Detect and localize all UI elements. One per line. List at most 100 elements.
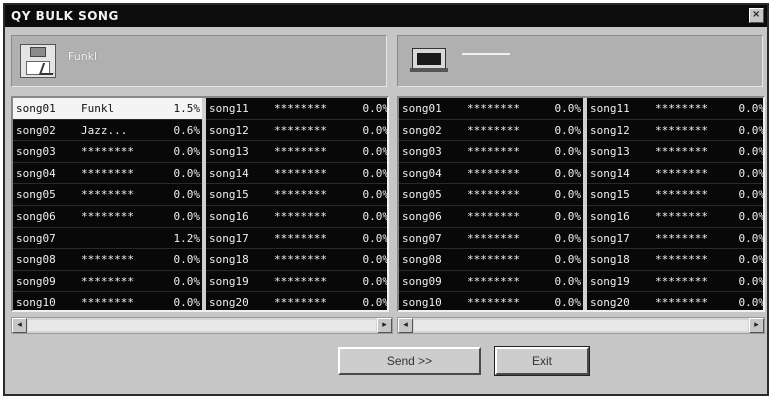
song-slot-label: song18	[590, 253, 630, 267]
song-row[interactable]: song01 ******** 0.0%	[399, 98, 583, 120]
left-horizontal-scrollbar[interactable]: ◂ ▸	[11, 317, 393, 334]
song-name: ********	[274, 231, 327, 245]
song-row[interactable]: song13 ******** 0.0%	[587, 141, 763, 163]
song-row[interactable]: song15 ******** 0.0%	[587, 184, 763, 206]
song-row[interactable]: song14 ******** 0.0%	[206, 163, 387, 185]
song-name: ********	[274, 123, 327, 137]
song-size-percent: 0.0%	[362, 102, 389, 115]
song-size-percent: 0.0%	[554, 102, 582, 115]
song-name: ********	[467, 231, 520, 245]
song-slot-label: song07	[402, 231, 442, 245]
song-row[interactable]: song18 ******** 0.0%	[587, 249, 763, 271]
song-row[interactable]: song11 ******** 0.0%	[587, 98, 765, 120]
song-slot-label: song09	[402, 274, 442, 288]
right-song-list[interactable]: song01 ******** 0.0% song02 ******** 0.0% song…	[397, 96, 765, 312]
song-row[interactable]: song14 ******** 0.0%	[587, 163, 763, 185]
song-size-percent: 0.0%	[738, 102, 765, 115]
song-name: ********	[81, 253, 134, 267]
exit-button[interactable]: Exit	[494, 346, 590, 376]
song-row[interactable]: song01 Funkl 1.5%	[13, 98, 202, 120]
song-size-percent: 0.0%	[738, 274, 765, 288]
song-row[interactable]: song04 ******** 0.0%	[399, 163, 583, 185]
song-slot-label: song15	[209, 188, 249, 202]
right-file-name-placeholder	[462, 53, 510, 55]
scroll-left-button[interactable]: ◂	[12, 318, 27, 333]
floppy-disk-icon[interactable]	[20, 44, 58, 78]
song-size-percent: 0.0%	[173, 166, 201, 180]
song-slot-label: song10	[16, 296, 56, 310]
song-row[interactable]: song17 ******** 0.0%	[206, 228, 387, 250]
song-name: ********	[655, 102, 708, 115]
song-row[interactable]: song02 Jazz... 0.6%	[13, 120, 202, 142]
qy-device-icon[interactable]	[410, 48, 448, 72]
left-panel-header: Funkl	[11, 35, 387, 87]
song-row[interactable]: song13 ******** 0.0%	[206, 141, 387, 163]
scroll-right-button[interactable]: ▸	[749, 318, 764, 333]
left-song-list[interactable]: song01 Funkl 1.5% song02 Jazz... 0.6% song03 **…	[11, 96, 389, 312]
song-slot-label: song08	[16, 253, 56, 267]
scroll-right-button[interactable]: ▸	[377, 318, 392, 333]
close-button[interactable]: ×	[749, 8, 764, 23]
song-row[interactable]: song12 ******** 0.0%	[587, 120, 763, 142]
song-slot-label: song04	[402, 166, 442, 180]
song-slot-label: song05	[16, 188, 56, 202]
song-slot-label: song12	[590, 123, 630, 137]
song-slot-label: song19	[590, 274, 630, 288]
song-name: ********	[467, 166, 520, 180]
song-row[interactable]: song18 ******** 0.0%	[206, 249, 387, 271]
arrow-right-icon: ▸	[754, 320, 759, 330]
song-slot-label: song05	[402, 188, 442, 202]
song-row[interactable]: song03 ******** 0.0%	[399, 141, 583, 163]
left-file-name: Funkl	[68, 50, 98, 63]
song-name: ********	[274, 209, 327, 223]
song-row[interactable]: song06 ******** 0.0%	[399, 206, 583, 228]
song-name: ********	[81, 188, 134, 202]
song-size-percent: 0.0%	[173, 296, 201, 310]
song-name: ********	[81, 274, 134, 288]
song-size-percent: 0.0%	[738, 209, 765, 223]
song-name: ********	[467, 123, 520, 137]
song-row[interactable]: song20 ******** 0.0%	[587, 292, 763, 310]
song-row[interactable]: song08 ******** 0.0%	[13, 249, 202, 271]
song-size-percent: 0.0%	[554, 253, 582, 267]
song-row[interactable]: song10 ******** 0.0%	[13, 292, 202, 310]
song-row[interactable]: song11 ******** 0.0%	[206, 98, 389, 120]
song-size-percent: 0.0%	[554, 123, 582, 137]
song-row[interactable]: song20 ******** 0.0%	[206, 292, 387, 310]
song-row[interactable]: song06 ******** 0.0%	[13, 206, 202, 228]
song-size-percent: 0.0%	[554, 274, 582, 288]
song-size-percent: 0.0%	[554, 209, 582, 223]
scroll-left-button[interactable]: ◂	[398, 318, 413, 333]
song-name: ********	[655, 231, 708, 245]
song-row[interactable]: song08 ******** 0.0%	[399, 249, 583, 271]
song-row[interactable]: song10 ******** 0.0%	[399, 292, 583, 310]
arrow-left-icon: ◂	[17, 320, 22, 330]
right-horizontal-scrollbar[interactable]: ◂ ▸	[397, 317, 765, 334]
song-row[interactable]: song05 ******** 0.0%	[399, 184, 583, 206]
scroll-track[interactable]	[414, 320, 748, 331]
song-row[interactable]: song02 ******** 0.0%	[399, 120, 583, 142]
song-name: ********	[467, 145, 520, 159]
song-row[interactable]: song09 ******** 0.0%	[13, 271, 202, 293]
song-name: ********	[655, 274, 708, 288]
song-slot-label: song16	[209, 209, 249, 223]
song-row[interactable]: song16 ******** 0.0%	[587, 206, 765, 228]
song-size-percent: 0.6%	[173, 123, 201, 137]
song-row[interactable]: song12 ******** 0.0%	[206, 120, 387, 142]
scroll-track[interactable]	[28, 320, 376, 331]
song-name: ********	[274, 166, 327, 180]
song-row[interactable]: song15 ******** 0.0%	[206, 184, 387, 206]
song-row[interactable]: song09 ******** 0.0%	[399, 271, 583, 293]
song-row[interactable]: song19 ******** 0.0%	[587, 271, 765, 293]
song-row[interactable]: song07 ******** 0.0%	[399, 228, 583, 250]
song-row[interactable]: song03 ******** 0.0%	[13, 141, 202, 163]
song-row[interactable]: song19 ******** 0.0%	[206, 271, 387, 293]
song-row[interactable]: song05 ******** 0.0%	[13, 184, 202, 206]
song-slot-label: song20	[209, 296, 249, 310]
song-slot-label: song02	[402, 123, 442, 137]
send-button[interactable]: Send >>	[338, 347, 481, 375]
song-row[interactable]: song17 ******** 0.0%	[587, 228, 763, 250]
song-row[interactable]: song16 ******** 0.0%	[206, 206, 387, 228]
song-row[interactable]: song07 1.2%	[13, 228, 202, 250]
song-row[interactable]: song04 ******** 0.0%	[13, 163, 202, 185]
